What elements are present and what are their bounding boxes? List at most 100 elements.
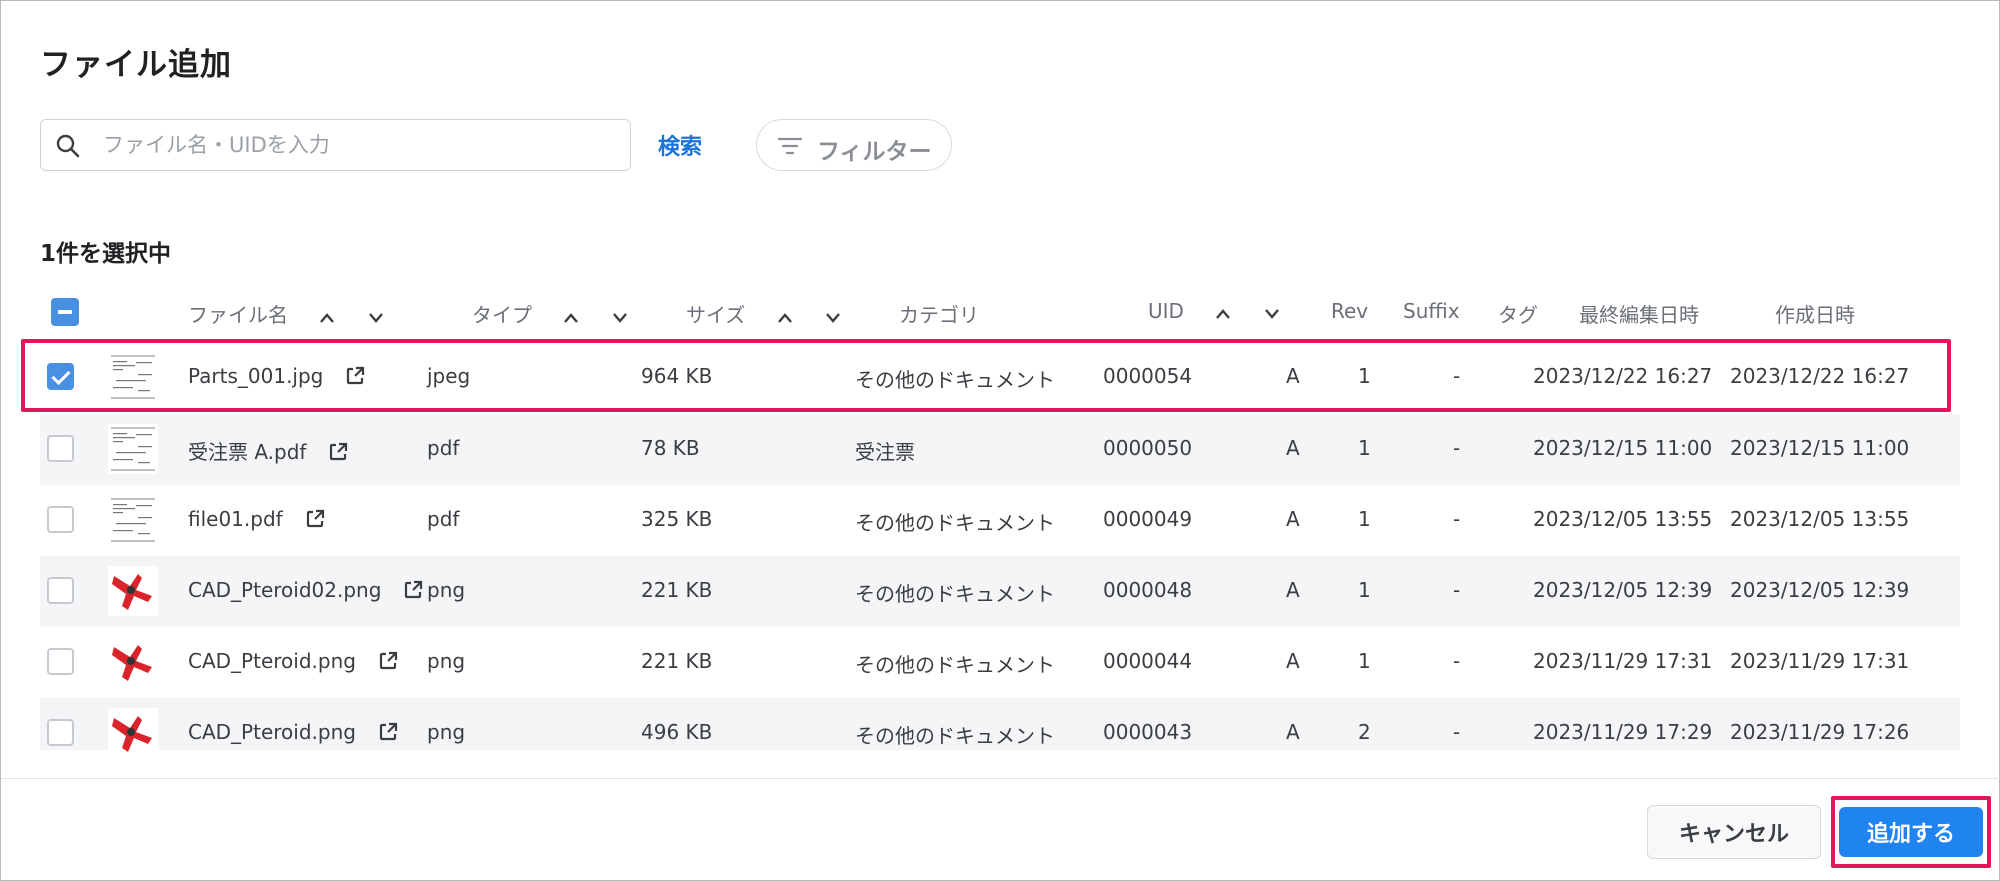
row-checkbox[interactable] — [47, 363, 74, 390]
sort-desc-icon[interactable] — [1263, 308, 1281, 320]
file-name-link[interactable]: CAD_Pteroid.png — [188, 649, 356, 673]
external-link-icon[interactable] — [378, 651, 398, 676]
sort-desc-icon[interactable] — [367, 312, 385, 324]
search-icon — [56, 134, 80, 158]
row-checkbox[interactable] — [47, 648, 74, 675]
sort-asc-icon[interactable] — [1214, 308, 1232, 320]
column-header-size-label: サイズ — [686, 303, 746, 327]
file-name-cell: CAD_Pteroid.png — [188, 720, 398, 747]
table-row[interactable]: file01.pdf pdf 325 KB その他のドキュメント 0000049 A 1 - 2… — [40, 485, 1960, 556]
column-header-uid: UID — [1148, 299, 1281, 325]
column-header-suffix: Suffix — [1403, 299, 1460, 323]
column-header-category: カテゴリ — [899, 303, 979, 327]
row-checkbox[interactable] — [47, 506, 74, 533]
search-input[interactable] — [103, 128, 613, 162]
document-thumbnail — [108, 352, 158, 402]
rev-cell: A — [1286, 578, 1300, 602]
file-name-link[interactable]: file01.pdf — [188, 507, 283, 531]
type-cell: jpeg — [427, 364, 471, 388]
table-row[interactable]: 受注票 A.pdf pdf 78 KB 受注票 0000050 A 1 - 2023/12/15… — [40, 414, 1960, 485]
uid-cell: 0000048 — [1103, 578, 1193, 602]
tag-cell: - — [1453, 364, 1461, 388]
file-name-link[interactable]: 受注票 A.pdf — [188, 440, 306, 464]
select-all-checkbox[interactable] — [51, 298, 79, 326]
modified-cell: 2023/11/29 17:31 — [1533, 649, 1713, 673]
file-name-link[interactable]: Parts_001.jpg — [188, 364, 323, 388]
uid-cell: 0000050 — [1103, 436, 1193, 460]
sort-asc-icon[interactable] — [562, 312, 580, 324]
column-header-modified: 最終編集日時 — [1579, 303, 1699, 327]
created-cell: 2023/12/05 13:55 — [1730, 507, 1910, 531]
tag-cell: - — [1453, 720, 1461, 744]
search-button[interactable]: 検索 — [658, 129, 702, 161]
cancel-button[interactable]: キャンセル — [1647, 805, 1821, 859]
category-cell: その他のドキュメント — [855, 653, 1055, 677]
tag-cell: - — [1453, 649, 1461, 673]
sort-asc-icon[interactable] — [776, 312, 794, 324]
sort-asc-icon[interactable] — [318, 312, 336, 324]
created-cell: 2023/11/29 17:26 — [1730, 720, 1910, 744]
category-cell: その他のドキュメント — [855, 582, 1055, 606]
file-name-cell: CAD_Pteroid.png — [188, 649, 398, 676]
filter-icon — [777, 137, 803, 155]
rev-cell: A — [1286, 720, 1300, 744]
category-cell: 受注票 — [855, 440, 915, 464]
tag-cell: - — [1453, 578, 1461, 602]
suffix-cell: 1 — [1358, 578, 1371, 602]
add-button[interactable]: 追加する — [1839, 807, 1983, 857]
suffix-cell: 1 — [1358, 436, 1371, 460]
external-link-icon[interactable] — [328, 442, 348, 467]
file-name-link[interactable]: CAD_Pteroid02.png — [188, 578, 381, 602]
column-header-created: 作成日時 — [1775, 303, 1855, 327]
type-cell: png — [427, 720, 466, 744]
sort-desc-icon[interactable] — [611, 312, 629, 324]
cad-thumbnail — [108, 637, 158, 687]
external-link-icon[interactable] — [305, 509, 325, 534]
rev-cell: A — [1286, 507, 1300, 531]
filter-button[interactable]: フィルター — [756, 119, 952, 171]
table-row[interactable]: CAD_Pteroid.png png 221 KB その他のドキュメント 000004… — [40, 627, 1960, 698]
category-cell: その他のドキュメント — [855, 368, 1055, 392]
category-cell: その他のドキュメント — [855, 511, 1055, 535]
size-cell: 964 KB — [641, 364, 713, 388]
row-checkbox[interactable] — [47, 719, 74, 746]
type-cell: png — [427, 649, 466, 673]
document-thumbnail — [108, 424, 158, 474]
table-row[interactable]: Parts_001.jpg jpeg 964 KB その他のドキュメント 0000054… — [40, 342, 1960, 413]
column-header-name-label: ファイル名 — [188, 303, 288, 327]
sort-controls-name — [308, 305, 384, 329]
cad-thumbnail — [108, 708, 158, 758]
rev-cell: A — [1286, 436, 1300, 460]
category-cell: その他のドキュメント — [855, 724, 1055, 748]
external-link-icon[interactable] — [403, 580, 423, 605]
column-header-uid-label: UID — [1148, 299, 1184, 323]
file-name-cell: 受注票 A.pdf — [188, 436, 348, 467]
row-checkbox[interactable] — [47, 435, 74, 462]
external-link-icon[interactable] — [345, 366, 365, 391]
row-checkbox[interactable] — [47, 577, 74, 604]
column-header-rev: Rev — [1331, 299, 1369, 323]
size-cell: 325 KB — [641, 507, 713, 531]
suffix-cell: 1 — [1358, 364, 1371, 388]
sort-desc-icon[interactable] — [824, 312, 842, 324]
search-field[interactable] — [40, 119, 631, 171]
cad-thumbnail — [108, 566, 158, 616]
suffix-cell: 2 — [1358, 720, 1371, 744]
file-name-link[interactable]: CAD_Pteroid.png — [188, 720, 356, 744]
file-name-cell: Parts_001.jpg — [188, 364, 365, 391]
selected-count: 1件を選択中 — [40, 241, 172, 267]
table-row[interactable]: CAD_Pteroid02.png png 221 KB その他のドキュメント 0000… — [40, 556, 1960, 627]
sort-controls-size — [766, 305, 842, 329]
column-header-tag: タグ — [1498, 303, 1538, 327]
created-cell: 2023/12/05 12:39 — [1730, 578, 1910, 602]
file-name-cell: file01.pdf — [188, 507, 325, 534]
column-header-type-label: タイプ — [472, 303, 532, 327]
uid-cell: 0000044 — [1103, 649, 1193, 673]
table-row[interactable]: CAD_Pteroid.png png 496 KB その他のドキュメント 000004… — [40, 698, 1960, 758]
sort-controls-type — [552, 305, 628, 329]
rev-cell: A — [1286, 649, 1300, 673]
external-link-icon[interactable] — [378, 722, 398, 747]
file-add-dialog: ファイル追加 検索 フィルター 1件を選択中 ファイル名 タイプ — [0, 0, 2000, 881]
column-header-type: タイプ — [472, 299, 629, 329]
column-header-name: ファイル名 — [188, 299, 385, 329]
